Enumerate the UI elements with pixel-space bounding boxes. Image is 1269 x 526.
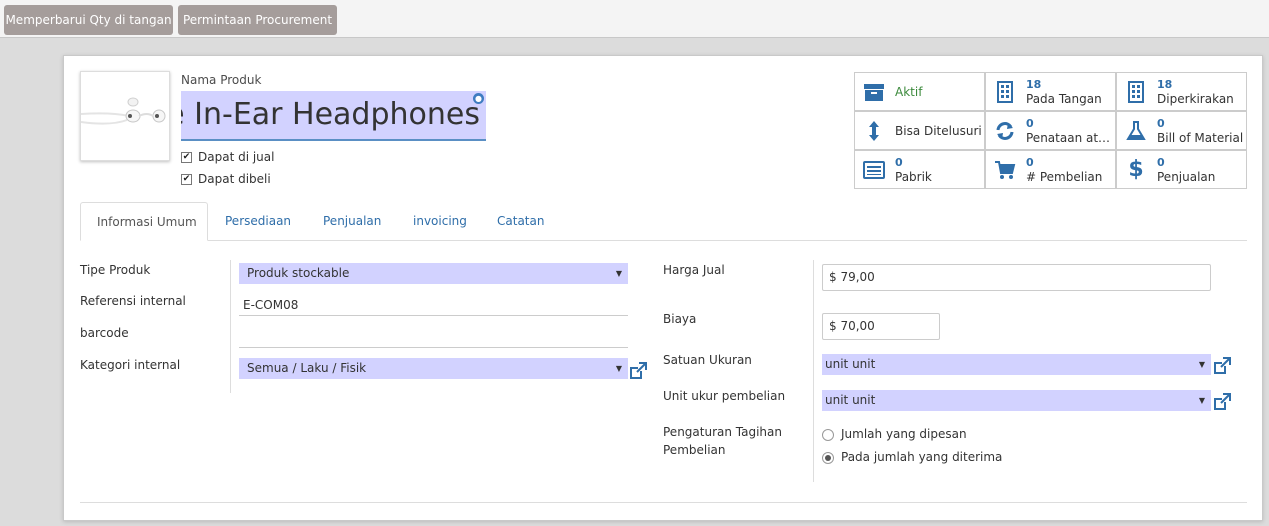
barcode-label: barcode <box>80 326 129 340</box>
cart-icon <box>994 159 1016 181</box>
purchases-button[interactable]: 0 # Pembelian <box>985 150 1116 189</box>
archive-icon <box>863 81 885 103</box>
sale-price-input[interactable]: $ 79,00 <box>822 264 1211 291</box>
unit-of-measure-value: unit unit <box>825 357 876 371</box>
forecast-button[interactable]: 18 Diperkirakan <box>1116 72 1247 111</box>
tab-invoicing[interactable]: invoicing <box>397 202 483 241</box>
tab-notes[interactable]: Catatan <box>481 202 560 241</box>
cost-label: Biaya <box>663 312 697 326</box>
form-sheet: Nama Produk Apple In-Ear Headphones ● ✔ … <box>63 55 1263 521</box>
on-hand-button[interactable]: 18 Pada Tangan <box>985 72 1116 111</box>
update-qty-button[interactable]: Memperbarui Qty di tangan <box>4 5 173 35</box>
product-name-input[interactable]: Apple In-Ear Headphones <box>181 91 486 141</box>
active-label: Aktif <box>895 85 923 99</box>
internal-reference-input[interactable]: E-COM08 <box>239 294 628 316</box>
list-icon <box>863 159 885 181</box>
arrows-vertical-icon <box>863 120 885 142</box>
form-bottom-divider <box>80 502 1247 503</box>
internal-category-value: Semua / Laku / Fisik <box>247 361 367 375</box>
chevron-down-icon: ▼ <box>615 364 622 373</box>
bom-label: Bill of Material <box>1157 131 1244 145</box>
can-buy-checkbox[interactable]: ✔ <box>181 174 192 185</box>
chevron-down-icon: ▼ <box>1198 360 1205 369</box>
purchase-uom-select[interactable]: unit unit ▼ <box>822 390 1211 411</box>
factory-label: Pabrik <box>895 170 932 184</box>
sales-count: 0 <box>1157 156 1165 169</box>
headphones-image <box>81 97 166 125</box>
tab-sales[interactable]: Penjualan <box>307 202 397 241</box>
purchases-label: # Pembelian <box>1026 170 1103 184</box>
tab-general-information[interactable]: Informasi Umum <box>80 202 208 241</box>
external-link-icon[interactable] <box>1212 356 1232 376</box>
can-sell-checkbox[interactable]: ✔ <box>181 152 192 163</box>
on-hand-count: 18 <box>1026 78 1042 91</box>
billing-ordered-radio[interactable] <box>822 429 834 441</box>
bom-count: 0 <box>1157 117 1165 130</box>
dollar-icon: $ <box>1128 157 1144 182</box>
billing-policy-label-1: Pengaturan Tagihan <box>663 425 782 439</box>
external-link-icon[interactable] <box>1212 392 1232 412</box>
factory-count: 0 <box>895 156 903 169</box>
barcode-input[interactable] <box>239 326 628 348</box>
billing-received-radio[interactable] <box>822 452 834 464</box>
product-type-value: Produk stockable <box>247 266 350 280</box>
product-name-label: Nama Produk <box>181 73 262 87</box>
flask-icon <box>1125 120 1147 142</box>
forecast-count: 18 <box>1157 78 1173 91</box>
unit-of-measure-select[interactable]: unit unit ▼ <box>822 354 1211 375</box>
active-toggle-button[interactable]: Aktif <box>854 72 985 111</box>
tab-inventory[interactable]: Persediaan <box>209 202 307 241</box>
internal-category-label: Kategori internal <box>80 358 181 372</box>
sale-price-label: Harga Jual <box>663 263 725 277</box>
can-sell-label: Dapat di jual <box>198 150 275 164</box>
product-image[interactable] <box>80 71 170 161</box>
reordering-rules-button[interactable]: 0 Penataan atur... <box>985 111 1116 150</box>
traceable-button[interactable]: Bisa Ditelusuri <box>854 111 985 150</box>
left-group-divider <box>230 260 231 393</box>
procurement-request-button[interactable]: Permintaan Procurement <box>178 5 337 35</box>
reordering-label: Penataan atur... <box>1026 131 1114 145</box>
unit-of-measure-label: Satuan Ukuran <box>663 353 752 367</box>
bom-button[interactable]: 0 Bill of Material <box>1116 111 1247 150</box>
external-link-icon[interactable] <box>628 361 648 381</box>
product-type-label: Tipe Produk <box>80 263 151 277</box>
forecast-label: Diperkirakan <box>1157 92 1234 106</box>
traceable-label: Bisa Ditelusuri <box>895 124 982 138</box>
building-icon <box>1125 81 1147 103</box>
billing-ordered-label: Jumlah yang dipesan <box>841 427 967 441</box>
can-buy-label: Dapat dibeli <box>198 172 271 186</box>
reordering-count: 0 <box>1026 117 1034 130</box>
product-name-value: Apple In-Ear Headphones <box>181 97 480 132</box>
sales-label: Penjualan <box>1157 170 1216 184</box>
sales-button[interactable]: $ 0 Penjualan <box>1116 150 1247 189</box>
product-type-select[interactable]: Produk stockable ▼ <box>239 263 628 284</box>
refresh-icon <box>994 120 1016 142</box>
purchase-uom-label: Unit ukur pembelian <box>663 389 786 403</box>
chevron-down-icon: ▼ <box>1198 396 1205 405</box>
building-icon <box>994 81 1016 103</box>
control-panel: Memperbarui Qty di tangan Permintaan Pro… <box>0 0 1269 38</box>
cost-input[interactable]: $ 70,00 <box>822 313 940 340</box>
billing-received-label: Pada jumlah yang diterima <box>841 450 1003 464</box>
purchases-count: 0 <box>1026 156 1034 169</box>
right-group-divider <box>813 260 814 482</box>
internal-reference-label: Referensi internal <box>80 294 186 308</box>
factory-button[interactable]: 0 Pabrik <box>854 150 985 189</box>
billing-policy-label-2: Pembelian <box>663 443 726 457</box>
internal-category-select[interactable]: Semua / Laku / Fisik ▼ <box>239 358 628 379</box>
purchase-uom-value: unit unit <box>825 393 876 407</box>
chevron-down-icon: ▼ <box>615 269 622 278</box>
translate-globe-icon[interactable]: ● <box>473 93 484 104</box>
on-hand-label: Pada Tangan <box>1026 92 1102 106</box>
